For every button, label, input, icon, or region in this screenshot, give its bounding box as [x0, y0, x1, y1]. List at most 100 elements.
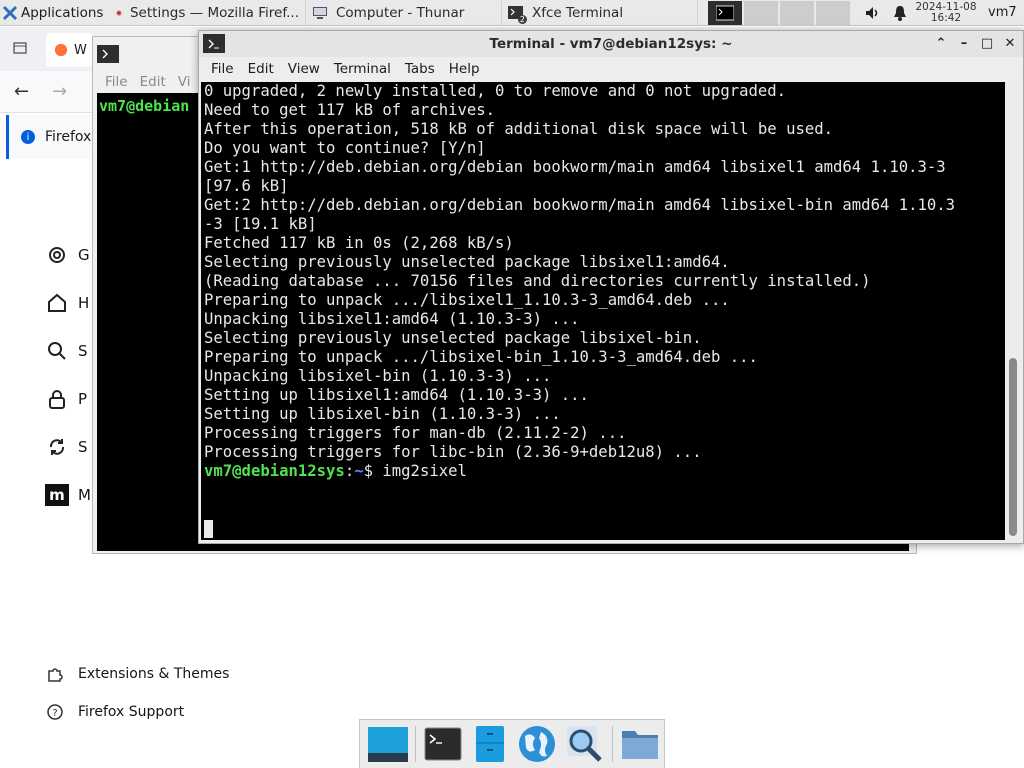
sidebar-item-label: S — [78, 342, 88, 360]
footer-label: Extensions & Themes — [78, 666, 230, 682]
clock-date: 2024-11-08 — [915, 0, 977, 13]
workspace-3[interactable] — [780, 0, 814, 25]
sidebar-item-sync[interactable]: S — [44, 434, 88, 460]
shade-window-icon[interactable]: ⌃ — [934, 35, 948, 51]
search-icon — [44, 338, 70, 364]
notification-bell-icon[interactable] — [892, 4, 908, 22]
extensions-themes-link[interactable]: Extensions & Themes — [46, 665, 229, 683]
workspace-switcher[interactable] — [708, 0, 850, 26]
terminal-output-line: Need to get 117 kB of archives. — [204, 101, 496, 119]
task-xfce-terminal[interactable]: 2 Xfce Terminal — [502, 0, 698, 25]
dock-separator — [611, 726, 613, 762]
terminal-output: 0 upgraded, 2 newly installed, 0 to remo… — [201, 82, 1005, 462]
text-cursor — [204, 520, 213, 538]
prompt-path: ~ — [354, 462, 364, 480]
computer-icon — [313, 6, 327, 19]
sidebar-item-general[interactable]: G — [44, 242, 90, 268]
terminal-icon — [424, 727, 462, 761]
dock-separator — [415, 726, 416, 762]
desktop-icon — [367, 727, 408, 762]
background-prompt: vm7@debian — [99, 97, 190, 115]
menu-help[interactable]: Help — [449, 61, 480, 77]
maximize-window-icon[interactable]: □ — [980, 35, 994, 51]
terminal-scrollbar[interactable] — [1005, 82, 1021, 540]
terminal-output-line: Do you want to continue? [Y/n] — [204, 139, 486, 157]
tab-list-icon[interactable] — [12, 40, 28, 56]
scrollbar-thumb[interactable] — [1009, 358, 1017, 536]
workspace-4[interactable] — [816, 0, 850, 25]
terminal-output-line: [97.6 kB] — [204, 177, 289, 195]
menu-tabs[interactable]: Tabs — [405, 61, 435, 77]
app-finder-launcher[interactable] — [563, 722, 606, 766]
sidebar-item-privacy[interactable]: P — [44, 386, 87, 412]
menu-file[interactable]: File — [105, 74, 128, 90]
settings-tab[interactable]: W — [46, 33, 92, 67]
close-window-icon[interactable]: ✕ — [1003, 35, 1017, 51]
menu-view[interactable]: Vi — [178, 74, 191, 90]
sidebar-item-search[interactable]: S — [44, 338, 88, 364]
clock[interactable]: 2024-11-08 16:42 — [908, 0, 984, 24]
terminal-window-icon — [97, 45, 119, 63]
task-firefox-settings[interactable]: Settings — Mozilla Firef... — [110, 0, 306, 25]
notice-label: Firefox — [45, 129, 92, 145]
sidebar-item-more[interactable]: m M — [44, 482, 91, 508]
task-thunar[interactable]: Computer - Thunar — [306, 0, 502, 25]
terminal-output-line: Get:1 http://deb.debian.org/debian bookw… — [204, 158, 946, 176]
tab-label: W — [74, 42, 87, 58]
sidebar-item-label: S — [78, 438, 88, 456]
terminal-launcher[interactable] — [422, 722, 465, 766]
firefox-icon — [116, 9, 122, 16]
menu-terminal[interactable]: Terminal — [334, 61, 391, 77]
workspace-2[interactable] — [744, 0, 778, 25]
applications-menu-button[interactable]: Applications — [0, 0, 110, 26]
sidebar-item-home[interactable]: H — [44, 290, 89, 316]
typed-command: img2sixel — [382, 462, 467, 480]
puzzle-icon — [48, 668, 63, 682]
help-icon: ? — [47, 704, 63, 720]
terminal-output-line: Processing triggers for libc-bin (2.36-9… — [204, 443, 702, 461]
terminal-output-line: Get:2 http://deb.debian.org/debian bookw… — [204, 196, 956, 214]
terminal-output-line: Preparing to unpack .../libsixel1_1.10.3… — [204, 291, 730, 309]
task-label: Computer - Thunar — [336, 4, 465, 21]
svg-text:?: ? — [52, 708, 57, 719]
terminal-output-line: Unpacking libsixel-bin (1.10.3-3) ... — [204, 367, 552, 385]
terminal-output-line: Selecting previously unselected package … — [204, 253, 730, 271]
forward-icon[interactable]: → — [52, 81, 67, 102]
menu-view[interactable]: View — [288, 61, 320, 77]
terminal-output-line: Unpacking libsixel1:amd64 (1.10.3-3) ... — [204, 310, 580, 328]
sync-icon — [44, 434, 70, 460]
sidebar-item-label: H — [78, 294, 90, 312]
prompt-user: vm7@debian12sys — [204, 462, 345, 480]
terminal-group-icon: 2 — [508, 5, 527, 24]
menu-edit[interactable]: Edit — [140, 74, 166, 90]
terminal-titlebar[interactable]: Terminal - vm7@debian12sys: ~ ⌃ – □ ✕ — [199, 31, 1023, 57]
menu-file[interactable]: File — [211, 61, 234, 77]
terminal-screen[interactable]: 0 upgraded, 2 newly installed, 0 to remo… — [201, 82, 1005, 540]
folder-launcher[interactable] — [619, 722, 662, 766]
terminal-output-line: Processing triggers for man-db (2.11.2-2… — [204, 424, 627, 442]
terminal-output-line: Preparing to unpack .../libsixel-bin_1.1… — [204, 348, 758, 366]
back-icon[interactable]: ← — [14, 81, 29, 102]
terminal-output-line: Setting up libsixel1:amd64 (1.10.3-3) ..… — [204, 386, 589, 404]
show-desktop-button[interactable] — [366, 722, 409, 766]
web-browser-launcher[interactable] — [516, 722, 559, 766]
terminal-output-line: After this operation, 518 kB of addition… — [204, 120, 834, 138]
file-manager-icon — [476, 726, 505, 762]
minimize-window-icon[interactable]: – — [957, 35, 971, 51]
folder-icon — [622, 731, 659, 759]
workspace-1[interactable] — [708, 0, 742, 25]
firefox-support-link[interactable]: ? Firefox Support — [46, 703, 184, 721]
sidebar-item-label: M — [78, 486, 91, 504]
terminal-window[interactable]: Terminal - vm7@debian12sys: ~ ⌃ – □ ✕ Fi… — [198, 30, 1024, 544]
user-menu[interactable]: vm7 — [988, 5, 1017, 20]
gear-icon — [44, 242, 70, 268]
volume-icon[interactable] — [864, 4, 882, 22]
sidebar-item-label: G — [78, 246, 90, 264]
file-manager-launcher[interactable] — [469, 722, 512, 766]
menu-edit[interactable]: Edit — [248, 61, 274, 77]
lock-icon — [44, 386, 70, 412]
task-label: Xfce Terminal — [532, 4, 624, 21]
xfce-logo-icon — [2, 5, 18, 20]
terminal-output-line: -3 [19.1 kB] — [204, 215, 317, 233]
firefox-tab-icon — [54, 43, 68, 57]
